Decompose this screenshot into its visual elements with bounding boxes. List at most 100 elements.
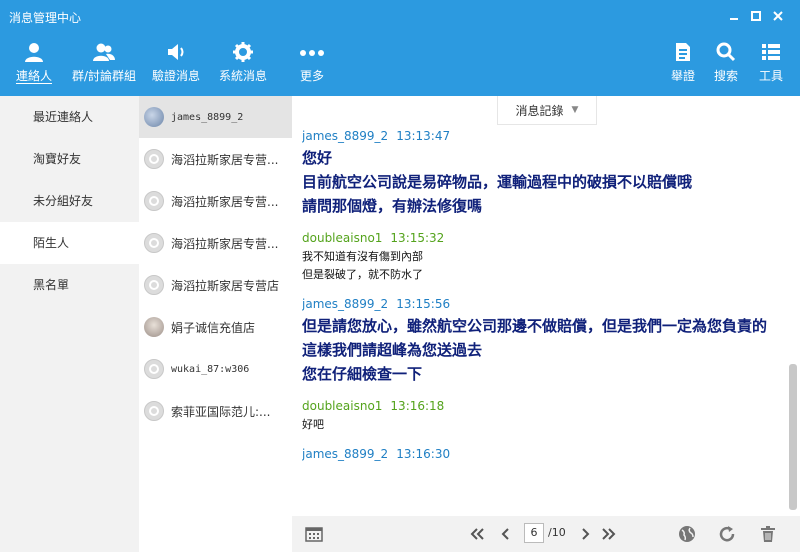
nav-groups-label: 群/討論群組 <box>71 69 137 83</box>
bottom-toolbar: 6 /10 <box>292 516 800 552</box>
contact-item[interactable]: 海滔拉斯家居专营... <box>139 180 292 222</box>
contact-name: 索菲亚国际范儿:... <box>171 404 271 419</box>
message: doubleaisno1 13:15:32 我不知道有沒有傷到內部 但是裂破了，就… <box>302 228 782 284</box>
nav-tools-label: 工具 <box>758 69 783 83</box>
globe-button[interactable] <box>677 524 697 544</box>
contact-name: 海滔拉斯家居专营店 <box>171 278 280 293</box>
title-bar: 消息管理中心 <box>0 0 800 32</box>
prev-page-button[interactable] <box>496 524 514 544</box>
person-icon <box>25 43 43 62</box>
message-line: 您在仔細檢查一下 <box>302 365 423 383</box>
default-avatar-icon <box>144 359 164 379</box>
contact-name: james_8899_2 <box>171 111 244 123</box>
message-sender: james_8899_2 <box>302 447 389 461</box>
nav-verify-label: 驗證消息 <box>151 69 200 83</box>
nav-more[interactable]: 更多 <box>298 40 326 90</box>
contact-name: 海滔拉斯家居专营... <box>171 194 279 209</box>
contact-item[interactable]: 娟子诚信充值店 <box>139 306 292 348</box>
message-line: 您好 <box>302 149 333 167</box>
message: doubleaisno1 13:16:18 好吧 <box>302 396 782 434</box>
nav-verify[interactable]: 驗證消息 <box>151 40 201 90</box>
nav-search-label: 搜索 <box>713 69 738 83</box>
message-history: james_8899_2 13:13:47 您好 目前航空公司說是易碎物品，運輸過… <box>302 126 782 516</box>
header-bar: 消息管理中心 連絡人 群/討論群組 驗證消息 系統消息 更多 舉證 搜索 工具 <box>0 0 800 96</box>
maximize-button[interactable] <box>746 6 766 26</box>
delete-button[interactable] <box>758 524 778 544</box>
nav-groups[interactable]: 群/討論群組 <box>69 40 139 90</box>
contact-item[interactable]: 索菲亚国际范儿:... <box>139 390 292 432</box>
message-meta: james_8899_2 13:15:56 <box>302 294 782 314</box>
message: james_8899_2 13:15:56 但是請您放心，雖然航空公司那邊不做賠償… <box>302 294 782 386</box>
category-sidebar: 最近連絡人 淘寶好友 未分組好友 陌生人 黑名單 <box>0 96 139 552</box>
gear-icon <box>233 42 253 62</box>
message-meta: doubleaisno1 13:15:32 <box>302 228 782 248</box>
default-avatar-icon <box>144 233 164 253</box>
double-chevron-left-icon <box>470 528 484 540</box>
record-dropdown[interactable]: 消息記錄 ▼ <box>497 96 597 125</box>
category-recent[interactable]: 最近連絡人 <box>0 96 139 138</box>
contact-item[interactable]: wukai_87:w306 <box>139 348 292 390</box>
contact-name: 海滔拉斯家居专营... <box>171 152 279 167</box>
maximize-icon <box>751 11 761 21</box>
calendar-icon <box>305 527 323 542</box>
minimize-button[interactable] <box>724 6 744 26</box>
category-strangers[interactable]: 陌生人 <box>0 222 139 264</box>
trash-icon <box>761 526 775 542</box>
category-taobao-friends[interactable]: 淘寶好友 <box>0 138 139 180</box>
nav-tools[interactable]: 工具 <box>758 40 784 90</box>
contact-name: 海滔拉斯家居专营... <box>171 236 279 251</box>
next-page-button[interactable] <box>577 524 595 544</box>
contact-item[interactable]: james_8899_2 <box>139 96 292 138</box>
contact-item[interactable]: 海滔拉斯家居专营... <box>139 138 292 180</box>
double-chevron-right-icon <box>602 528 616 540</box>
message-line: 但是請您放心，雖然航空公司那邊不做賠償，但是我們一定為您負責的 <box>302 317 768 335</box>
nav-report-label: 舉證 <box>670 69 695 83</box>
window-title: 消息管理中心 <box>9 11 82 25</box>
nav-contacts[interactable]: 連絡人 <box>14 40 54 90</box>
chevron-right-icon <box>582 528 590 540</box>
globe-icon <box>679 526 695 542</box>
default-avatar-icon <box>144 191 164 211</box>
message-sender: james_8899_2 <box>302 297 389 311</box>
nav-system-label: 系統消息 <box>218 69 267 83</box>
close-icon <box>773 11 783 21</box>
record-dropdown-label: 消息記錄 <box>515 103 564 118</box>
contact-name: 娟子诚信充值店 <box>171 320 256 335</box>
last-page-button[interactable] <box>600 524 618 544</box>
message-line: 請問那個燈，有辦法修復嗎 <box>302 197 483 215</box>
caret-down-icon: ▼ <box>571 105 579 115</box>
message-line: 我不知道有沒有傷到內部 <box>302 250 423 263</box>
minimize-icon <box>730 18 738 20</box>
message: james_8899_2 13:16:30 <box>302 444 782 464</box>
default-avatar-icon <box>144 401 164 421</box>
category-ungrouped[interactable]: 未分組好友 <box>0 180 139 222</box>
document-icon <box>676 43 690 61</box>
contact-list: james_8899_2 海滔拉斯家居专营... 海滔拉斯家居专营... 海滔拉… <box>139 96 292 552</box>
message-time: 13:16:18 <box>390 399 445 413</box>
calendar-button[interactable] <box>304 524 324 544</box>
message-meta: doubleaisno1 13:16:18 <box>302 396 782 416</box>
speaker-icon <box>168 44 184 60</box>
group-icon <box>93 43 115 61</box>
search-icon <box>716 42 736 62</box>
refresh-button[interactable] <box>717 524 737 544</box>
message-time: 13:15:56 <box>396 297 451 311</box>
contact-item[interactable]: 海滔拉斯家居专营店 <box>139 264 292 306</box>
category-blacklist[interactable]: 黑名單 <box>0 264 139 306</box>
nav-search[interactable]: 搜索 <box>713 40 739 90</box>
page-total: /10 <box>548 526 566 539</box>
message-time: 13:13:47 <box>396 129 451 143</box>
page-number-input[interactable]: 6 <box>524 523 544 543</box>
message-line: 好吧 <box>302 418 324 431</box>
message-meta: james_8899_2 13:13:47 <box>302 126 782 146</box>
contact-item[interactable]: 海滔拉斯家居专营... <box>139 222 292 264</box>
default-avatar-icon <box>144 149 164 169</box>
scrollbar-thumb[interactable] <box>789 364 797 510</box>
nav-report[interactable]: 舉證 <box>670 40 696 90</box>
list-icon <box>762 44 780 60</box>
first-page-button[interactable] <box>468 524 486 544</box>
message-line: 但是裂破了，就不防水了 <box>302 268 423 281</box>
message-line: 這樣我們請超峰為您送過去 <box>302 341 483 359</box>
nav-system[interactable]: 系統消息 <box>218 40 268 90</box>
close-button[interactable] <box>768 6 788 26</box>
